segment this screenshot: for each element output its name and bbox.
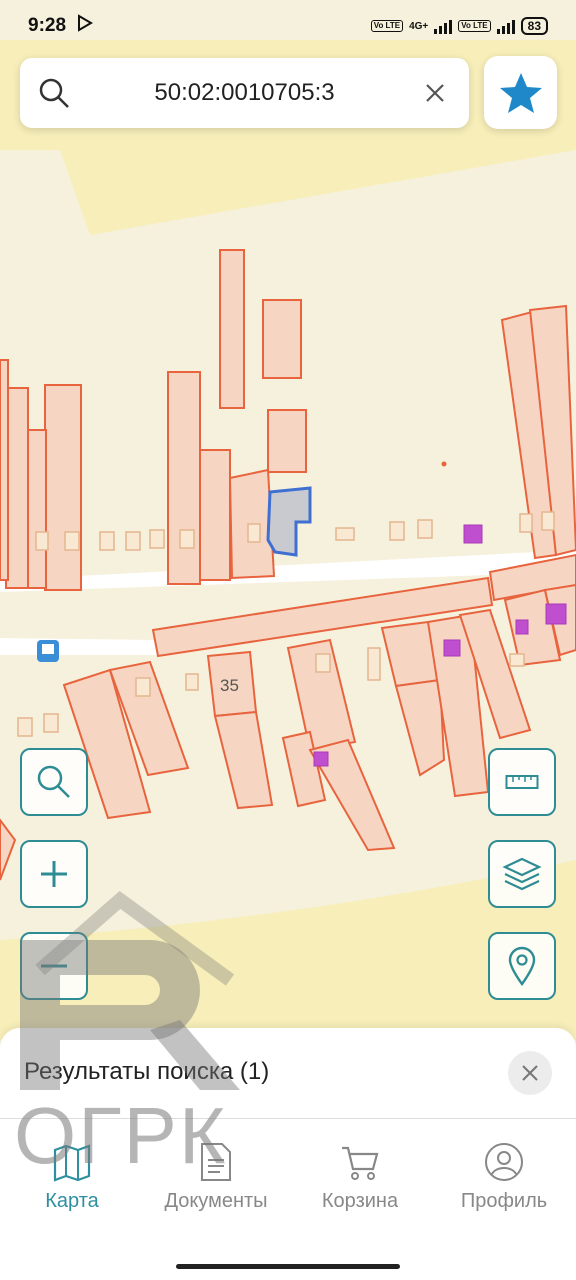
- plus-icon: [41, 861, 67, 887]
- document-icon: [201, 1143, 231, 1181]
- signal-icon-2: [496, 18, 515, 34]
- nav-label-profile: Профиль: [460, 1190, 548, 1212]
- volte-badge-2: Vo LTE: [458, 20, 491, 32]
- results-title: Результаты поиска (1): [24, 1058, 270, 1085]
- house-number-label: 35: [220, 676, 239, 695]
- status-time: 9:28: [28, 15, 67, 36]
- nav-label-cart: Корзина: [321, 1190, 399, 1212]
- status-bar: 9:28 Vo LTE 4G+ Vo LTE 83: [0, 0, 576, 52]
- play-icon: [76, 14, 94, 38]
- signal-icon: [434, 18, 453, 34]
- network-label: 4G+: [409, 20, 429, 32]
- nav-item-documents[interactable]: Документы: [144, 1130, 288, 1230]
- favorites-button[interactable]: [484, 56, 557, 129]
- clear-search-button[interactable]: [402, 58, 470, 128]
- minus-icon: [41, 964, 67, 968]
- zoom-in-button[interactable]: [20, 840, 88, 908]
- bottom-navigation: Карта Документы Корзина Профиль: [0, 1130, 576, 1230]
- location-button[interactable]: [488, 932, 556, 1000]
- battery-indicator: 83: [520, 17, 548, 35]
- search-icon[interactable]: [20, 58, 88, 128]
- map-icon: [53, 1144, 91, 1182]
- nav-item-cart[interactable]: Корзина: [288, 1130, 432, 1230]
- profile-icon: [485, 1143, 523, 1181]
- nav-item-map[interactable]: Карта: [0, 1130, 144, 1230]
- search-input[interactable]: [87, 78, 402, 108]
- layers-button[interactable]: [488, 840, 556, 908]
- close-icon: [426, 84, 445, 102]
- magnifier-icon: [37, 765, 70, 798]
- ruler-button[interactable]: [488, 748, 556, 816]
- close-icon: [522, 1065, 538, 1081]
- zoom-out-button[interactable]: [20, 932, 88, 1000]
- ruler-icon: [505, 775, 539, 789]
- divider: [0, 1118, 576, 1119]
- nav-label-map: Карта: [45, 1190, 99, 1212]
- star-icon: [499, 72, 542, 113]
- close-results-button[interactable]: [508, 1051, 552, 1095]
- cart-icon: [342, 1146, 379, 1180]
- nav-label-documents: Документы: [164, 1190, 268, 1212]
- search-bar: [20, 58, 469, 128]
- home-indicator[interactable]: [176, 1264, 400, 1269]
- nav-item-profile[interactable]: Профиль: [432, 1130, 576, 1230]
- volte-badge: Vo LTE: [370, 20, 404, 32]
- location-pin-icon: [508, 946, 536, 986]
- zoom-search-button[interactable]: [20, 748, 88, 816]
- layers-icon: [502, 857, 542, 891]
